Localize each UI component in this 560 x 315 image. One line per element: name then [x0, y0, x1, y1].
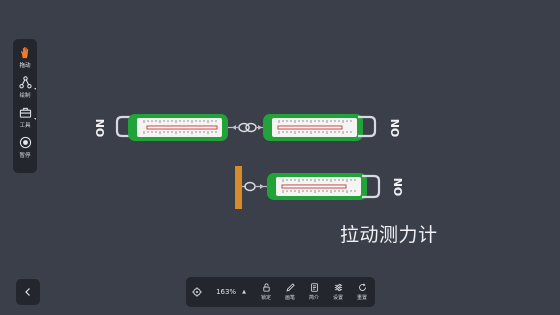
caret-up-icon: ▲ [242, 289, 246, 295]
spring-scale-right[interactable] [256, 114, 377, 141]
pen-button[interactable]: 画笔 [278, 283, 302, 301]
scale-end-label-bottom: NO [391, 178, 404, 197]
caption-text: 拉动测力计 [340, 224, 438, 246]
pen-icon [286, 283, 295, 292]
reset-label: 重置 [356, 295, 367, 301]
lock-button[interactable]: 锁定 [254, 283, 278, 301]
reset-icon [358, 283, 366, 291]
simulation-canvas: NO NO NO [93, 114, 404, 209]
sliders-icon [334, 283, 342, 292]
crosshair-icon [192, 287, 202, 297]
zoom-value: 163% [216, 288, 237, 296]
locate-button[interactable] [186, 287, 208, 297]
document-icon [310, 283, 318, 292]
intro-button[interactable]: 简介 [302, 283, 326, 301]
reset-button[interactable]: 重置 [350, 283, 374, 301]
settings-button[interactable]: 设置 [326, 283, 350, 301]
scale-indicator [281, 184, 347, 189]
scale-end-label-left: NO [93, 119, 106, 138]
bottom-toolbar: 163% ▲ 锁定 画笔 简介 设置 重置 [186, 277, 375, 307]
zoom-select[interactable]: 163% ▲ [208, 288, 254, 296]
settings-label: 设置 [332, 295, 343, 301]
pen-label: 画笔 [284, 295, 295, 301]
scale-indicator [277, 125, 343, 130]
connector-rings [238, 122, 257, 133]
scale-indicator [146, 125, 218, 130]
spring-scale-bottom[interactable] [242, 173, 381, 200]
intro-label: 简介 [308, 295, 319, 301]
spring-scale-left[interactable] [115, 114, 238, 141]
scale-end-label-right: NO [388, 119, 401, 138]
lock-label: 锁定 [260, 295, 271, 301]
fixed-wall [235, 166, 242, 209]
lock-icon [262, 283, 270, 292]
